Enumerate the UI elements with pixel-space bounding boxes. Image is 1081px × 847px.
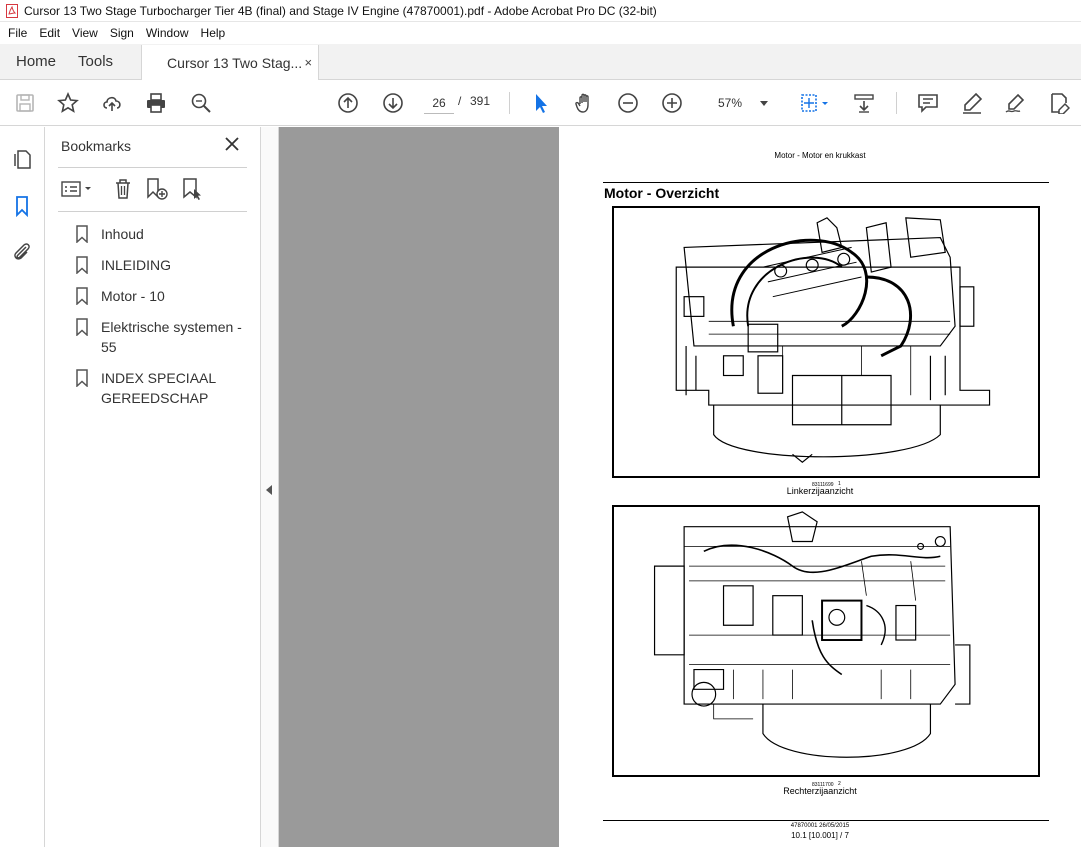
bookmark-label: Inhoud	[101, 226, 144, 242]
upload-icon[interactable]	[99, 90, 125, 116]
menu-file[interactable]: File	[2, 26, 33, 40]
comment-icon[interactable]	[915, 90, 941, 116]
panel-splitter[interactable]	[261, 127, 279, 847]
toolbar: 26 / 391 57%	[0, 80, 1081, 126]
document-viewer[interactable]: Motor - Motor en krukkast Motor - Overzi…	[279, 127, 1081, 847]
highlight-icon[interactable]	[959, 90, 985, 116]
collapse-arrow-icon[interactable]	[266, 485, 272, 495]
zoom-select[interactable]: 57%	[710, 92, 772, 114]
delete-bookmark-icon[interactable]	[113, 177, 133, 201]
menu-view[interactable]: View	[66, 26, 104, 40]
pdf-page: Motor - Motor en krukkast Motor - Overzi…	[559, 127, 1081, 847]
bookmark-label: Elektrische systemen - 55	[101, 319, 242, 355]
zoom-value: 57%	[718, 96, 743, 110]
tab-document[interactable]: Cursor 13 Two Stag... ×	[141, 45, 320, 80]
bookmark-icon	[76, 369, 88, 387]
tab-tools[interactable]: Tools	[72, 44, 129, 79]
page-thumbnails-icon[interactable]	[10, 147, 34, 171]
bookmark-item[interactable]: INDEX SPECIAAL GEREEDSCHAP	[75, 369, 255, 408]
bookmark-icon	[76, 225, 88, 243]
toolbar-divider	[896, 92, 897, 114]
menu-bar: File Edit View Sign Window Help	[0, 22, 1081, 44]
page-up-icon[interactable]	[335, 90, 361, 116]
engine-drawing-right	[653, 511, 971, 758]
menu-window[interactable]: Window	[140, 26, 195, 40]
bookmark-item[interactable]: Inhoud	[75, 225, 255, 244]
bookmark-icon	[76, 287, 88, 305]
page-down-icon[interactable]	[380, 90, 406, 116]
menu-edit[interactable]: Edit	[33, 26, 66, 40]
bookmark-label: INLEIDING	[101, 257, 172, 273]
print-icon[interactable]	[143, 90, 169, 116]
star-icon[interactable]	[55, 90, 81, 116]
engine-drawing-left	[675, 217, 991, 463]
navigation-rail	[0, 127, 45, 847]
page-separator: /	[458, 94, 462, 108]
edit-pdf-icon[interactable]	[1046, 90, 1072, 116]
panel-divider	[58, 211, 247, 212]
fit-page-icon[interactable]	[796, 90, 832, 116]
acrobat-icon	[6, 3, 18, 18]
page-rule	[603, 182, 1049, 183]
attachment-icon[interactable]	[10, 240, 34, 264]
engine-figure-right	[612, 505, 1040, 777]
new-bookmark-icon[interactable]	[145, 177, 169, 201]
tab-document-label: Cursor 13 Two Stag...	[167, 54, 303, 71]
bookmarks-panel: Bookmarks Inhoud INLEIDING Motor - 10 El…	[45, 127, 261, 847]
zoom-in-icon[interactable]	[659, 90, 685, 116]
hand-icon[interactable]	[572, 90, 598, 116]
select-cursor-icon[interactable]	[528, 90, 554, 116]
tab-home[interactable]: Home	[0, 44, 72, 79]
sign-icon[interactable]	[1002, 90, 1028, 116]
save-icon[interactable]	[12, 90, 38, 116]
footer-page-number: 10.1 [10.001] / 7	[791, 831, 849, 840]
zoom-out-icon[interactable]	[615, 90, 641, 116]
search-zoom-icon[interactable]	[188, 90, 214, 116]
bookmark-list: Inhoud INLEIDING Motor - 10 Elektrische …	[75, 225, 255, 420]
page-heading: Motor - Overzicht	[604, 185, 720, 201]
toolbar-divider	[509, 92, 510, 114]
figure-caption: Rechterzijaanzicht	[783, 786, 857, 796]
close-icon[interactable]	[223, 135, 241, 153]
menu-sign[interactable]: Sign	[104, 26, 140, 40]
bookmark-label: Motor - 10	[101, 288, 165, 304]
bookmark-options-icon[interactable]	[61, 177, 95, 201]
panel-divider	[58, 167, 247, 168]
engine-figure-left	[612, 206, 1040, 478]
bookmark-item[interactable]: INLEIDING	[75, 256, 255, 275]
bookmark-from-selection-icon[interactable]	[181, 177, 205, 201]
page-total: 391	[470, 94, 491, 108]
page-header: Motor - Motor en krukkast	[774, 151, 866, 160]
bookmark-item[interactable]: Elektrische systemen - 55	[75, 318, 255, 357]
close-tab-icon[interactable]: ×	[304, 55, 312, 70]
page-rule	[603, 820, 1049, 821]
bookmark-panel-icon[interactable]	[10, 194, 34, 218]
bookmarks-title: Bookmarks	[61, 138, 132, 154]
chevron-down-icon	[760, 100, 768, 106]
scroll-mode-icon[interactable]	[851, 90, 877, 116]
menu-help[interactable]: Help	[195, 26, 232, 40]
page-number-input[interactable]: 26	[424, 92, 454, 114]
footer-code: 47870001 26/05/2015	[790, 823, 850, 829]
title-bar: Cursor 13 Two Stage Turbocharger Tier 4B…	[0, 0, 1081, 22]
bookmark-label: INDEX SPECIAAL GEREEDSCHAP	[101, 370, 216, 406]
figure-caption: Linkerzijaanzicht	[786, 486, 854, 496]
window-title: Cursor 13 Two Stage Turbocharger Tier 4B…	[24, 3, 657, 18]
bookmark-icon	[76, 256, 88, 274]
bookmark-icon	[76, 318, 88, 336]
bookmark-item[interactable]: Motor - 10	[75, 287, 255, 306]
tab-bar: Home Tools Cursor 13 Two Stag... ×	[0, 44, 1081, 80]
